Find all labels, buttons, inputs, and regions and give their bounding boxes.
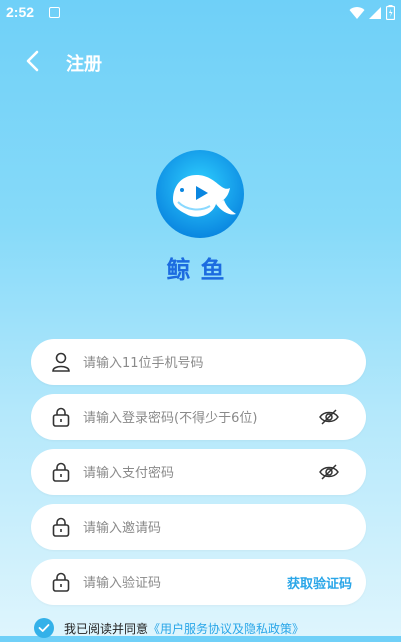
lock-icon	[52, 572, 70, 592]
user-icon	[52, 352, 70, 372]
app-logo	[156, 150, 244, 238]
invite-code-input[interactable]	[81, 515, 305, 541]
verification-code-input[interactable]	[81, 570, 305, 596]
pay-password-field	[31, 449, 366, 495]
chevron-left-icon	[26, 50, 39, 72]
battery-icon	[386, 5, 395, 20]
pay-password-input[interactable]	[81, 460, 305, 486]
login-password-field	[31, 394, 366, 440]
lock-icon	[52, 517, 70, 537]
lock-icon	[52, 407, 70, 427]
agreement-row: 我已阅读并同意 《用户服务协议及隐私政策》	[34, 618, 304, 638]
wifi-icon	[349, 6, 365, 19]
lock-icon	[52, 462, 70, 482]
verification-code-field: 获取验证码	[31, 559, 366, 605]
get-code-button[interactable]: 获取验证码	[287, 573, 352, 592]
agreement-checkbox[interactable]	[34, 618, 54, 638]
agreement-link[interactable]: 《用户服务协议及隐私政策》	[148, 620, 304, 637]
whale-logo-icon	[156, 150, 244, 238]
back-button[interactable]	[18, 46, 48, 76]
page-title: 注册	[66, 54, 102, 75]
brand-name: 鲸鱼	[166, 256, 235, 284]
phone-field	[31, 339, 366, 385]
check-icon	[38, 624, 50, 632]
invite-code-field	[31, 504, 366, 550]
phone-input[interactable]	[81, 350, 305, 376]
agreement-text: 我已阅读并同意	[64, 621, 149, 636]
status-time: 2:52	[6, 4, 35, 20]
eye-off-icon[interactable]	[318, 406, 340, 428]
eye-off-icon[interactable]	[318, 461, 340, 483]
login-password-input[interactable]	[81, 405, 305, 431]
signal-icon	[369, 6, 381, 19]
status-icons	[349, 5, 395, 20]
status-bar: 2:52	[0, 0, 401, 26]
notification-icon	[49, 7, 60, 18]
navigation-bar: 注册	[0, 40, 401, 84]
